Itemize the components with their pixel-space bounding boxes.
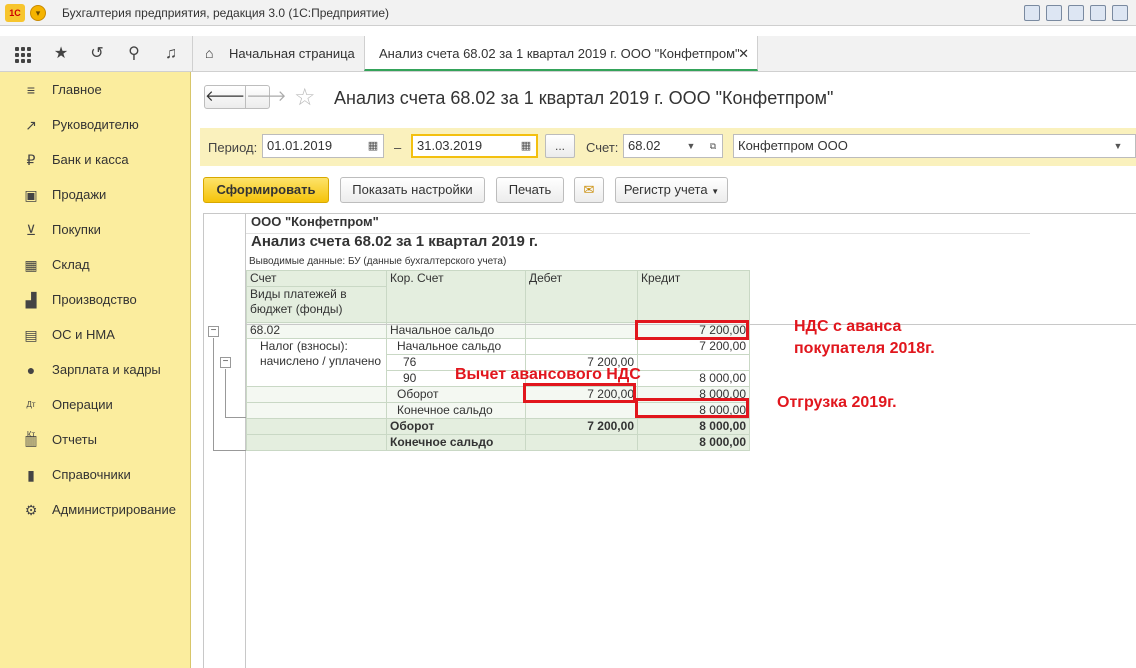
sidebar-item-reports[interactable]: ▥ Отчеты <box>0 425 190 455</box>
cart-icon: ⊻ <box>25 222 37 238</box>
home-icon: ⌂ <box>205 45 214 61</box>
header-account: Счет <box>246 270 387 287</box>
highlight-credit-opening-balance <box>635 320 749 340</box>
annotation-vat-advance: НДС с аванса покупателя 2018г. <box>794 318 935 357</box>
notifications-bell-icon[interactable]: ♫ <box>161 44 181 64</box>
report-area: ООО "Конфетпром" Анализ счета 68.02 за 1… <box>203 213 1136 668</box>
sidebar-item-production[interactable]: ▟ Производство <box>0 285 190 315</box>
page-title: Анализ счета 68.02 за 1 квартал 2019 г. … <box>334 88 834 108</box>
favorite-star-icon[interactable]: ☆ <box>294 83 316 112</box>
main-content: 🡐 🡒 ☆ Анализ счета 68.02 за 1 квартал 20… <box>192 73 1136 668</box>
sidebar: ≡ Главное ↗ Руководителю ₽ Банк и касса ▣ Пр… <box>0 72 191 668</box>
trend-icon: ↗ <box>25 117 37 133</box>
header-debit: Дебет <box>525 270 638 323</box>
print-button[interactable]: Печать <box>496 177 564 203</box>
open-icon[interactable]: ⧉ <box>704 135 722 157</box>
calendar-icon[interactable]: ▦ <box>363 135 383 157</box>
show-settings-button[interactable]: Показать настройки <box>340 177 485 203</box>
tab-account-analysis[interactable]: Анализ счета 68.02 за 1 квартал 2019 г. … <box>364 36 758 71</box>
report-icon: ▥ <box>24 432 38 448</box>
sidebar-item-bank[interactable]: ₽ Банк и касса <box>0 145 190 175</box>
sidebar-item-operations[interactable]: Дт Кт Операции <box>0 390 190 439</box>
organization-field[interactable]: Конфетпром ООО ▼ <box>733 134 1136 158</box>
sections-grid-icon[interactable] <box>12 44 32 64</box>
header-corr-account: Кор. Счет <box>386 270 526 323</box>
up-icon[interactable] <box>1090 5 1106 21</box>
app-title: Бухгалтерия предприятия, редакция 3.0 (1… <box>62 6 390 20</box>
generate-button[interactable]: Сформировать <box>203 177 329 203</box>
preview-icon[interactable] <box>1068 5 1084 21</box>
tab-account-analysis-label: Анализ счета 68.02 за 1 квартал 2019 г. … <box>379 46 740 61</box>
annotation-deduction: Вычет авансового НДС <box>455 366 641 383</box>
collapse-group-button[interactable]: − <box>220 357 231 368</box>
email-icon[interactable]: ✉ <box>574 177 604 203</box>
tabs-bar: ★ ↺ ⚲ ♫ ⌂ Начальная страница Анализ счет… <box>0 36 1136 72</box>
annotation-shipment: Отгрузка 2019г. <box>777 394 897 411</box>
print-icon[interactable] <box>1046 5 1062 21</box>
period-select-button[interactable]: ... <box>545 134 575 158</box>
book-icon: ▮ <box>27 467 35 483</box>
collapse-group-button[interactable]: − <box>208 326 219 337</box>
chevron-down-icon[interactable]: ▼ <box>682 135 700 157</box>
chevron-down-icon: ▼ <box>711 187 720 196</box>
favorites-star-icon[interactable]: ★ <box>51 44 71 64</box>
table-total-row: Конечное сальдо 8 000,00 <box>246 434 750 451</box>
1c-logo: 1С <box>5 4 25 22</box>
filter-bar: Период: 01.01.2019 ▦ – 31.03.2019 ▦ ... … <box>200 128 1136 166</box>
table-row: Налог (взносы): начислено / уплачено Нач… <box>246 338 750 387</box>
sidebar-item-warehouse[interactable]: ▦ Склад <box>0 250 190 280</box>
search-icon[interactable]: ⚲ <box>124 44 144 64</box>
close-icon[interactable]: ✕ <box>738 36 749 71</box>
header-payment-types: Виды платежей в бюджет (фонды) <box>246 286 387 323</box>
menu-lines-icon: ≡ <box>26 82 36 98</box>
back-arrow-icon[interactable]: 🡐 <box>205 86 245 108</box>
sidebar-item-manager[interactable]: ↗ Руководителю <box>0 110 190 140</box>
sidebar-item-directories[interactable]: ▮ Справочники <box>0 460 190 490</box>
period-label: Период: <box>208 140 258 155</box>
report-table: Счет Кор. Счет Дебет Кредит Виды платеже… <box>246 270 750 451</box>
report-organization: ООО "Конфетпром" <box>251 214 379 229</box>
date-from-field[interactable]: 01.01.2019 ▦ <box>262 134 384 158</box>
chevron-down-icon[interactable]: ▼ <box>1109 135 1127 157</box>
sidebar-item-purchases[interactable]: ⊻ Покупки <box>0 215 190 245</box>
header-credit: Кредит <box>637 270 750 323</box>
table-header: Счет Кор. Счет Дебет Кредит <box>246 270 750 323</box>
account-register-button[interactable]: Регистр учета ▼ <box>615 177 728 203</box>
warehouse-icon: ▦ <box>24 257 38 273</box>
date-to-field[interactable]: 31.03.2019 ▦ <box>411 134 538 158</box>
highlight-debit-76 <box>523 383 636 403</box>
sidebar-item-main[interactable]: ≡ Главное <box>0 75 190 105</box>
forward-arrow-icon[interactable]: 🡒 <box>245 86 286 108</box>
save-icon[interactable] <box>1024 5 1040 21</box>
report-gutter <box>204 214 246 668</box>
account-label: Счет: <box>586 140 619 155</box>
report-title: Анализ счета 68.02 за 1 квартал 2019 г. <box>251 233 538 250</box>
period-dash: – <box>394 140 402 155</box>
main-menu-button[interactable]: ▾ <box>30 5 46 21</box>
upload-icon[interactable] <box>1112 5 1128 21</box>
report-output-data: Выводимые данные: БУ (данные бухгалтерск… <box>249 256 507 267</box>
sidebar-item-salary[interactable]: ● Зарплата и кадры <box>0 355 190 385</box>
highlight-credit-90 <box>635 398 749 418</box>
ruble-icon: ₽ <box>26 152 36 168</box>
tab-home-label: Начальная страница <box>229 46 355 61</box>
account-field[interactable]: 68.02 ▼ ⧉ <box>623 134 723 158</box>
title-bar: 1С ▾ Бухгалтерия предприятия, редакция 3… <box>0 0 1136 26</box>
factory-icon: ▟ <box>25 292 37 308</box>
person-icon: ● <box>26 362 36 378</box>
gear-icon: ⚙ <box>24 502 38 518</box>
bag-icon: ▣ <box>24 187 38 203</box>
sidebar-item-sales[interactable]: ▣ Продажи <box>0 180 190 210</box>
history-icon[interactable]: ↺ <box>87 44 107 64</box>
nav-buttons: 🡐 🡒 <box>204 85 286 109</box>
sidebar-item-administration[interactable]: ⚙ Администрирование <box>0 495 190 525</box>
table-total-row: Оборот 7 200,00 8 000,00 <box>246 418 750 435</box>
tab-home[interactable]: ⌂ Начальная страница <box>192 36 362 71</box>
building-icon: ▤ <box>24 327 38 343</box>
sidebar-item-fixed-assets[interactable]: ▤ ОС и НМА <box>0 320 190 350</box>
calendar-icon[interactable]: ▦ <box>516 136 536 156</box>
